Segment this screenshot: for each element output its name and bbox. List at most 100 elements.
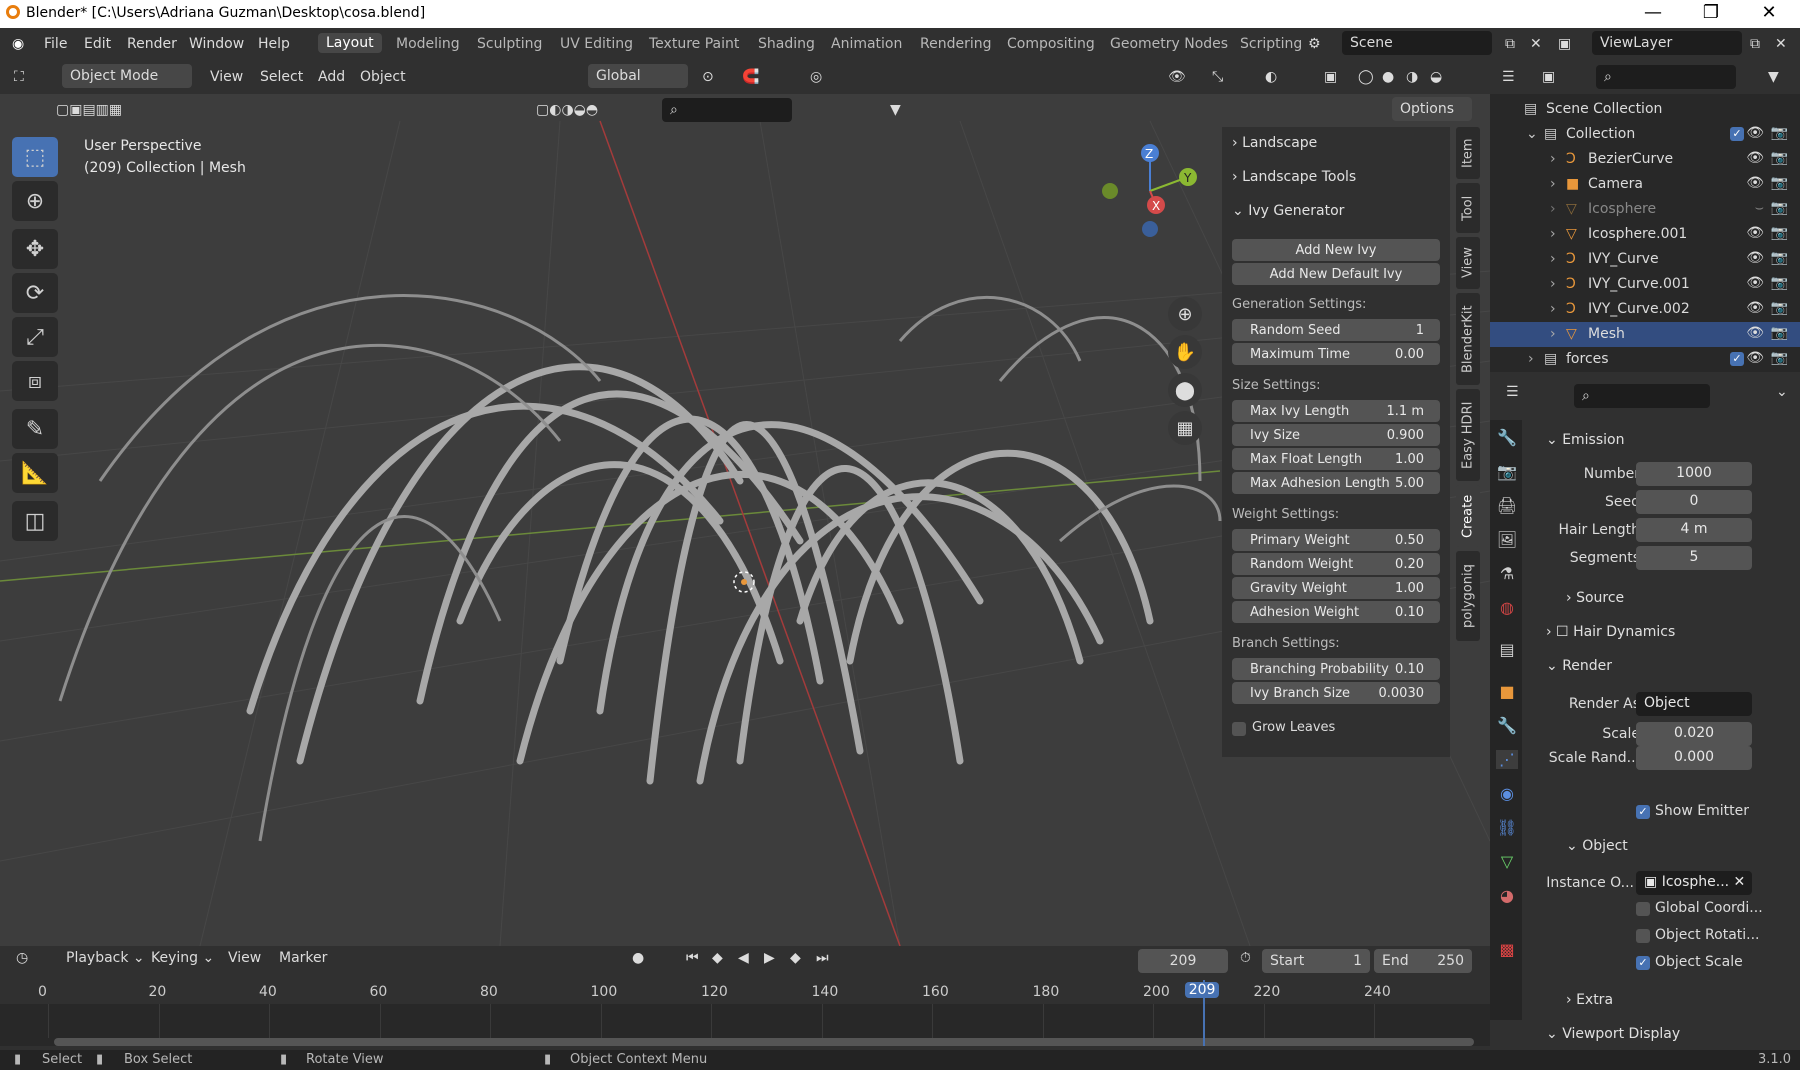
timeline-view-menu[interactable]: View	[228, 950, 261, 966]
instance-object-field[interactable]: ▣ Icosphe... ✕	[1636, 871, 1752, 895]
delete-scene-icon[interactable]: ✕	[1530, 36, 1542, 52]
timeline-editor-icon[interactable]: ◷	[16, 950, 28, 966]
output-tab-icon[interactable]: 🖨	[1496, 496, 1518, 515]
tab-create[interactable]: Create	[1456, 485, 1480, 547]
modifier-tab-icon[interactable]: 🔧	[1496, 716, 1518, 735]
new-viewlayer-icon[interactable]: ⧉	[1750, 36, 1760, 52]
tab-item[interactable]: Item	[1456, 127, 1480, 179]
ivy-branch-size-field[interactable]: Ivy Branch Size 0.0030	[1232, 682, 1440, 704]
world-tab-icon[interactable]: ◍	[1496, 598, 1518, 617]
measure-tool-icon[interactable]: 📐	[12, 453, 58, 493]
tab-polygoniq[interactable]: polygoniq	[1456, 551, 1480, 641]
list-item[interactable]: › Ↄ IVY_Curve.002 👁 📷	[1490, 297, 1800, 322]
view-layer-tab-icon[interactable]: 🖼	[1496, 530, 1518, 549]
landscape-tools-panel[interactable]: › Landscape Tools	[1232, 169, 1356, 185]
blender-menu-icon[interactable]: ◉	[12, 36, 24, 52]
new-scene-icon[interactable]: ⧉	[1505, 36, 1515, 52]
tab-sculpting[interactable]: Sculpting	[477, 36, 542, 52]
menu-file[interactable]: File	[44, 36, 67, 52]
physics-tab-icon[interactable]: ◉	[1496, 784, 1518, 803]
tab-compositing[interactable]: Compositing	[1007, 36, 1095, 52]
tab-easy-hdri[interactable]: Easy HDRI	[1456, 389, 1480, 481]
ivy-generator-panel[interactable]: ⌄ Ivy Generator	[1232, 203, 1344, 219]
tab-modeling[interactable]: Modeling	[396, 36, 460, 52]
wireframe-shading-icon[interactable]: ◯	[1358, 69, 1374, 85]
emission-panel[interactable]: ⌄ Emission	[1546, 432, 1624, 448]
menu-help[interactable]: Help	[258, 36, 290, 52]
ortho-grid-icon[interactable]: ▦	[1168, 411, 1202, 445]
max-ivy-length-field[interactable]: Max Ivy Length 1.1 m	[1232, 400, 1440, 422]
extra-subpanel[interactable]: › Extra	[1566, 992, 1613, 1008]
outliner-search-input[interactable]: ⌕	[1596, 65, 1736, 89]
scene-icon[interactable]: ⚙	[1308, 36, 1321, 52]
menu-edit[interactable]: Edit	[84, 36, 111, 52]
annotate-tool-icon[interactable]: ✎	[12, 409, 58, 449]
properties-type-icon[interactable]: ☰	[1506, 384, 1519, 400]
restore-icon[interactable]: ❐	[1688, 2, 1734, 23]
menu-add[interactable]: Add	[318, 69, 345, 85]
timeline-ruler[interactable]: 0 20 40 60 80 100 120 140 160 180 200 220 240 209	[0, 980, 1490, 1046]
timeline-scrollbar[interactable]	[54, 1038, 1474, 1046]
collection-tab-icon[interactable]: ▤	[1496, 640, 1518, 659]
data-tab-icon[interactable]: ▽	[1496, 852, 1518, 871]
adhesion-weight-field[interactable]: Adhesion Weight 0.10	[1232, 601, 1440, 623]
add-cube-tool-icon[interactable]: ◫	[12, 501, 58, 541]
keying-menu[interactable]: Keying ⌄	[151, 950, 214, 966]
ivy-size-field[interactable]: Ivy Size 0.900	[1232, 424, 1440, 446]
list-item[interactable]: › Ↄ IVY_Curve 👁 📷	[1490, 247, 1800, 272]
playhead-frame-badge[interactable]: 209	[1184, 982, 1220, 998]
tab-texture-paint[interactable]: Texture Paint	[649, 36, 739, 52]
object-scale-checkbox[interactable]: ✓	[1636, 956, 1650, 970]
playback-menu[interactable]: Playback ⌄	[66, 950, 145, 966]
render-tab-icon[interactable]: 📷	[1496, 462, 1518, 481]
menu-render[interactable]: Render	[127, 36, 177, 52]
menu-select[interactable]: Select	[260, 69, 303, 85]
current-frame-field[interactable]: 209	[1138, 949, 1228, 973]
snap-icon[interactable]: 🧲	[742, 69, 759, 85]
gizmo-icon[interactable]: ⤡	[1212, 69, 1223, 85]
shading-mode-icons[interactable]: ▢◐◑◒◓	[536, 102, 598, 118]
tab-animation[interactable]: Animation	[831, 36, 902, 52]
scene-selector[interactable]: Scene	[1342, 31, 1492, 55]
jump-end-icon[interactable]: ⏭	[816, 950, 829, 966]
viewlayer-icon[interactable]: ▣	[1558, 36, 1571, 52]
camera-view-icon[interactable]: ⬤	[1168, 373, 1202, 407]
viewlayer-selector[interactable]: ViewLayer	[1592, 31, 1742, 55]
tab-view[interactable]: View	[1456, 237, 1480, 289]
jump-start-icon[interactable]: ⏮	[686, 950, 699, 966]
pan-hand-icon[interactable]: ✋	[1168, 335, 1202, 369]
zoom-icon[interactable]: ⊕	[1168, 297, 1202, 331]
max-float-length-field[interactable]: Max Float Length 1.00	[1232, 448, 1440, 470]
hair-length-field[interactable]: 4 m	[1636, 518, 1752, 542]
add-new-ivy-button[interactable]: Add New Ivy	[1232, 239, 1440, 261]
play-icon[interactable]: ▶	[764, 950, 775, 966]
tool-tab-icon[interactable]: 🔧	[1496, 428, 1518, 447]
tab-geometry-nodes[interactable]: Geometry Nodes	[1110, 36, 1228, 52]
segments-field[interactable]: 5	[1636, 546, 1752, 570]
overlay-icon[interactable]: ◐	[1265, 69, 1277, 85]
max-adhesion-length-field[interactable]: Max Adhesion Length 5.00	[1232, 472, 1440, 494]
source-subpanel[interactable]: › Source	[1566, 590, 1624, 606]
viewport-display-panel[interactable]: ⌄ Viewport Display	[1546, 1026, 1680, 1042]
constraints-tab-icon[interactable]: ⛓	[1496, 818, 1518, 837]
options-button[interactable]: Options	[1392, 97, 1472, 121]
select-tool-icon[interactable]: ⬚	[12, 137, 58, 177]
display-mode-icon[interactable]: ▣	[1542, 69, 1555, 85]
close-icon[interactable]: ✕	[1746, 2, 1792, 23]
navigation-gizmo[interactable]: Z Y X	[1100, 139, 1210, 239]
landscape-panel[interactable]: › Landscape	[1232, 135, 1317, 151]
number-field[interactable]: 1000	[1636, 462, 1752, 486]
tab-rendering[interactable]: Rendering	[920, 36, 992, 52]
list-item[interactable]: › Ↄ IVY_Curve.001 👁 📷	[1490, 272, 1800, 297]
seed-field[interactable]: 0	[1636, 490, 1752, 514]
material-tab-icon[interactable]: ◕	[1496, 886, 1518, 905]
orientation-selector[interactable]: Global	[588, 64, 688, 88]
branching-probability-field[interactable]: Branching Probability 0.10	[1232, 658, 1440, 680]
outliner-type-icon[interactable]: ☰	[1502, 69, 1515, 85]
outliner-filter-icon[interactable]: ▼	[1768, 69, 1779, 85]
scale-field[interactable]: 0.020	[1636, 722, 1752, 746]
list-item[interactable]: › ▽ Mesh 👁 📷	[1490, 322, 1800, 347]
end-frame-field[interactable]: End 250	[1374, 949, 1472, 973]
filter-icon[interactable]: ▼	[890, 102, 901, 118]
list-item[interactable]: › ▽ Icosphere.001 👁 📷	[1490, 222, 1800, 247]
